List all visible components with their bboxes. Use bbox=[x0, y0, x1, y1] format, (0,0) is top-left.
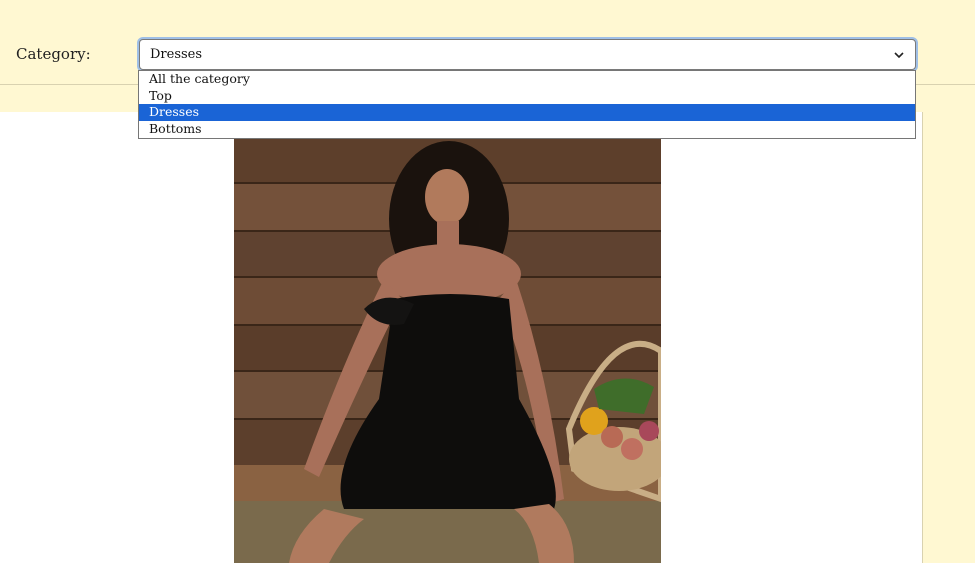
product-photo[interactable] bbox=[234, 139, 661, 563]
category-option-dresses[interactable]: Dresses bbox=[139, 104, 915, 121]
category-select[interactable]: Dresses bbox=[139, 39, 916, 70]
category-option-top[interactable]: Top bbox=[139, 88, 915, 105]
category-dropdown-list: All the category Top Dresses Bottoms bbox=[138, 70, 916, 139]
category-option-all[interactable]: All the category bbox=[139, 71, 915, 88]
category-option-bottoms[interactable]: Bottoms bbox=[139, 121, 915, 138]
category-select-value: Dresses bbox=[150, 47, 203, 62]
category-label: Category: bbox=[16, 45, 91, 63]
chevron-down-icon bbox=[894, 52, 904, 59]
